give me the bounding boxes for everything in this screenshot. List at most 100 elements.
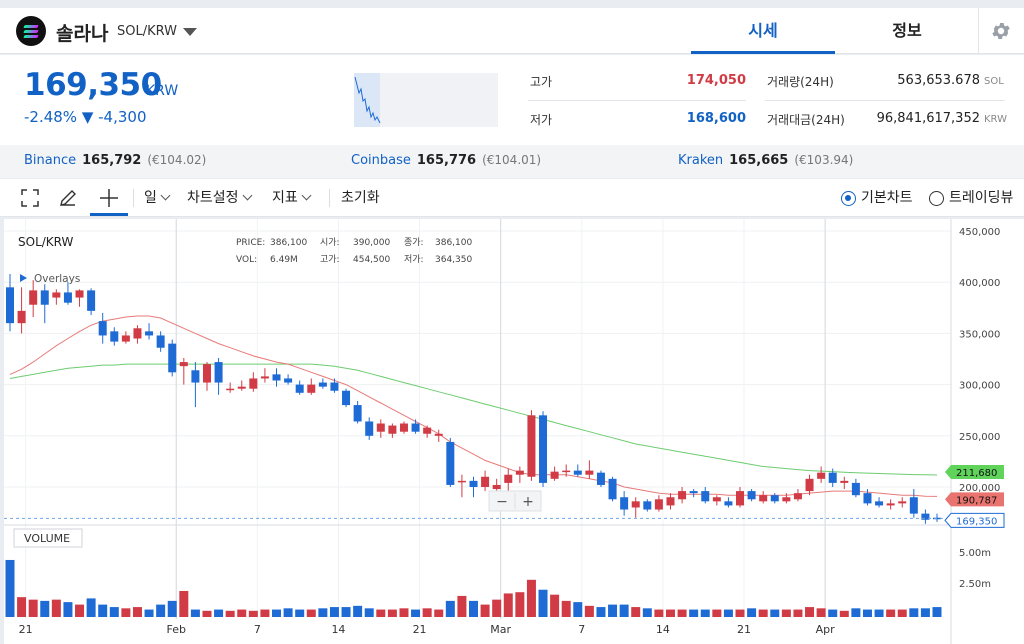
stats-divider	[528, 100, 746, 101]
tab-info[interactable]: 정보	[836, 8, 978, 54]
volume-bar	[851, 608, 861, 617]
candle-body	[214, 362, 223, 383]
candle-body	[828, 472, 837, 483]
volume-bar	[874, 609, 884, 617]
candle-body	[840, 480, 849, 483]
volume-bar	[665, 609, 675, 617]
exchange-binance: Binance 165,792 (€104.02)	[24, 153, 206, 168]
exchange-name[interactable]: Coinbase	[351, 153, 411, 168]
volume-bar	[434, 609, 444, 617]
candle-body	[863, 493, 872, 504]
volume-bar	[816, 608, 826, 617]
chart-grid	[4, 219, 951, 619]
candle-body	[226, 388, 235, 391]
volume-bar	[723, 609, 733, 617]
solana-logo-icon	[16, 16, 46, 46]
volume-bar	[735, 609, 745, 617]
coin-name: 솔라나	[56, 23, 109, 45]
volume-bar	[179, 590, 189, 617]
volume-bar	[689, 609, 699, 617]
volume-bar	[839, 610, 849, 617]
candle-body	[550, 471, 559, 479]
chevron-down-icon	[301, 190, 312, 201]
volume-bar	[758, 609, 768, 617]
date-tick: Feb	[166, 623, 185, 636]
gear-icon[interactable]	[990, 20, 1012, 42]
legend-close-key: 종가:	[404, 237, 424, 248]
current-price: 169,350	[24, 67, 162, 103]
volume-bar	[5, 559, 15, 617]
price-chart[interactable]: 450,000 400,000 350,000 300,000 250,000 200,0…	[4, 219, 1024, 644]
candle-body	[654, 499, 663, 510]
volume-bar	[63, 602, 73, 617]
candle-body	[909, 497, 918, 514]
volume-unit: SOL	[984, 76, 1004, 87]
coin-pair[interactable]: SOL/KRW	[117, 24, 177, 39]
candle-body	[562, 470, 571, 473]
basic-chart-radio[interactable]	[841, 191, 856, 206]
date-tick: 7	[254, 623, 261, 636]
candle-body	[678, 491, 687, 500]
volume-bar	[642, 608, 652, 617]
volume-bar	[469, 600, 478, 617]
fullscreen-icon[interactable]	[20, 188, 40, 208]
volume-bar	[411, 609, 421, 617]
volume-bar	[132, 607, 142, 617]
exchange-prices: Binance 165,792 (€104.02) Coinbase 165,776 (…	[0, 145, 1024, 178]
reset-button[interactable]: 초기화	[341, 179, 380, 217]
low-value: 168,600	[686, 111, 746, 126]
volume-bar	[596, 607, 606, 617]
candle-body	[98, 321, 107, 336]
trading-view-label[interactable]: 트레이딩뷰	[949, 179, 1013, 217]
candle-body	[295, 384, 304, 393]
date-axis-labels: 21 Feb 7 14 21 Mar 7 14 21 Apr	[19, 623, 836, 636]
candle-body	[179, 362, 188, 367]
legend-close-val: 386,100	[435, 238, 472, 248]
candle-body	[527, 415, 536, 477]
volume-bar	[237, 609, 247, 617]
candle-body	[75, 290, 84, 298]
volume-label: VOLUME	[24, 532, 70, 545]
basic-chart-label[interactable]: 기본차트	[861, 179, 913, 217]
tab-market[interactable]: 시세	[691, 8, 835, 54]
volume-bar	[886, 609, 896, 617]
interval-dropdown[interactable]: 일	[144, 179, 171, 217]
volume-bar	[457, 595, 467, 617]
legend-vol-val: 6.49M	[270, 255, 298, 265]
volume-bar	[399, 608, 409, 617]
candle-body	[52, 292, 61, 298]
exchange-name[interactable]: Binance	[24, 153, 76, 168]
volume-bar	[526, 579, 536, 617]
app-window: 솔라나 SOL/KRW 시세 정보 169,350 KRW -2.48% ▼ -…	[0, 0, 1024, 644]
trading-view-radio[interactable]	[929, 191, 944, 206]
chart-settings-dropdown[interactable]: 차트설정	[187, 179, 252, 217]
indicators-dropdown[interactable]: 지표	[272, 179, 312, 217]
date-tick: 21	[19, 623, 33, 636]
pencil-icon[interactable]	[58, 188, 78, 208]
overlays-toggle[interactable]: Overlays	[34, 273, 80, 285]
zoom-in-button[interactable]: +	[522, 494, 534, 510]
candle-body	[724, 501, 733, 506]
volume-bar	[144, 609, 154, 617]
candle-body	[886, 503, 895, 506]
candle-body	[793, 493, 802, 500]
volume-bar	[445, 600, 455, 617]
candlestick-chart[interactable]: 450,000 400,000 350,000 300,000 250,000 200,0…	[4, 219, 1024, 644]
candle-body	[492, 484, 501, 490]
price-tags: 211,680 190,787 169,350	[944, 465, 1005, 528]
volume-bar	[86, 598, 96, 617]
ma-slow-line	[9, 363, 938, 476]
candle-body	[399, 423, 408, 432]
mini-price-chart	[354, 73, 498, 127]
zoom-out-button[interactable]: −	[496, 494, 508, 510]
candle-body	[87, 290, 96, 311]
amount-unit: KRW	[984, 114, 1007, 125]
crosshair-icon[interactable]	[99, 188, 119, 208]
legend-open-val: 390,000	[353, 238, 390, 248]
pair-dropdown-icon[interactable]	[183, 28, 197, 36]
volume-bar	[909, 608, 919, 617]
volume-bar	[503, 593, 513, 617]
date-tick: 14	[331, 623, 345, 636]
exchange-name[interactable]: Kraken	[678, 153, 723, 168]
price-tick: 400,000	[959, 278, 1000, 289]
